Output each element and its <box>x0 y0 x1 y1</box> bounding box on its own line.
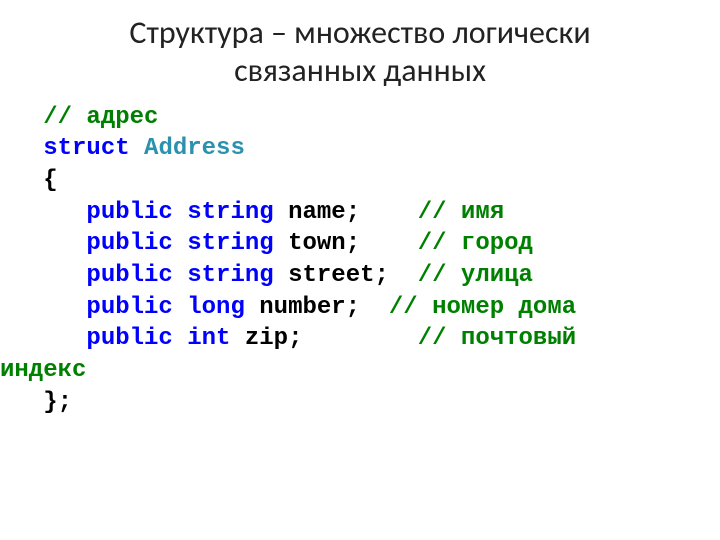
comment-zip-cont: индекс <box>0 357 86 384</box>
field-zip: zip; <box>245 325 303 352</box>
indent <box>0 325 86 352</box>
indent <box>0 262 86 289</box>
indent <box>0 294 86 321</box>
keyword-long: long <box>187 294 245 321</box>
pad <box>302 325 417 352</box>
keyword-string: string <box>187 199 273 226</box>
keyword-public: public <box>86 294 172 321</box>
comment-address: // адрес <box>43 104 158 131</box>
pad <box>360 294 389 321</box>
comment-number: // номер дома <box>389 294 576 321</box>
pad <box>360 230 418 257</box>
keyword-int: int <box>187 325 230 352</box>
comment-town: // город <box>418 230 533 257</box>
field-town: town; <box>288 230 360 257</box>
field-street: street; <box>288 262 389 289</box>
indent <box>0 389 43 416</box>
title-line-2: связанных данных <box>234 51 486 90</box>
indent <box>0 135 43 162</box>
brace-close: }; <box>43 389 72 416</box>
comment-zip: // почтовый <box>418 325 576 352</box>
field-number: number; <box>259 294 360 321</box>
pad <box>360 199 418 226</box>
comment-street: // улица <box>418 262 533 289</box>
comment-name: // имя <box>418 199 504 226</box>
pad <box>389 262 418 289</box>
keyword-public: public <box>86 262 172 289</box>
keyword-public: public <box>86 199 172 226</box>
keyword-public: public <box>86 325 172 352</box>
keyword-string: string <box>187 230 273 257</box>
indent <box>0 167 43 194</box>
indent <box>0 199 86 226</box>
keyword-struct: struct <box>43 135 129 162</box>
keyword-public: public <box>86 230 172 257</box>
indent <box>0 104 43 131</box>
type-address: Address <box>144 135 245 162</box>
indent <box>0 230 86 257</box>
title-line-1: Структура – множество логически <box>129 13 590 52</box>
code-block: // адрес struct Address { public string … <box>0 98 720 419</box>
keyword-string: string <box>187 262 273 289</box>
field-name: name; <box>288 199 360 226</box>
brace-open: { <box>43 167 57 194</box>
slide-title: Структура – множество логически связанны… <box>0 0 720 98</box>
